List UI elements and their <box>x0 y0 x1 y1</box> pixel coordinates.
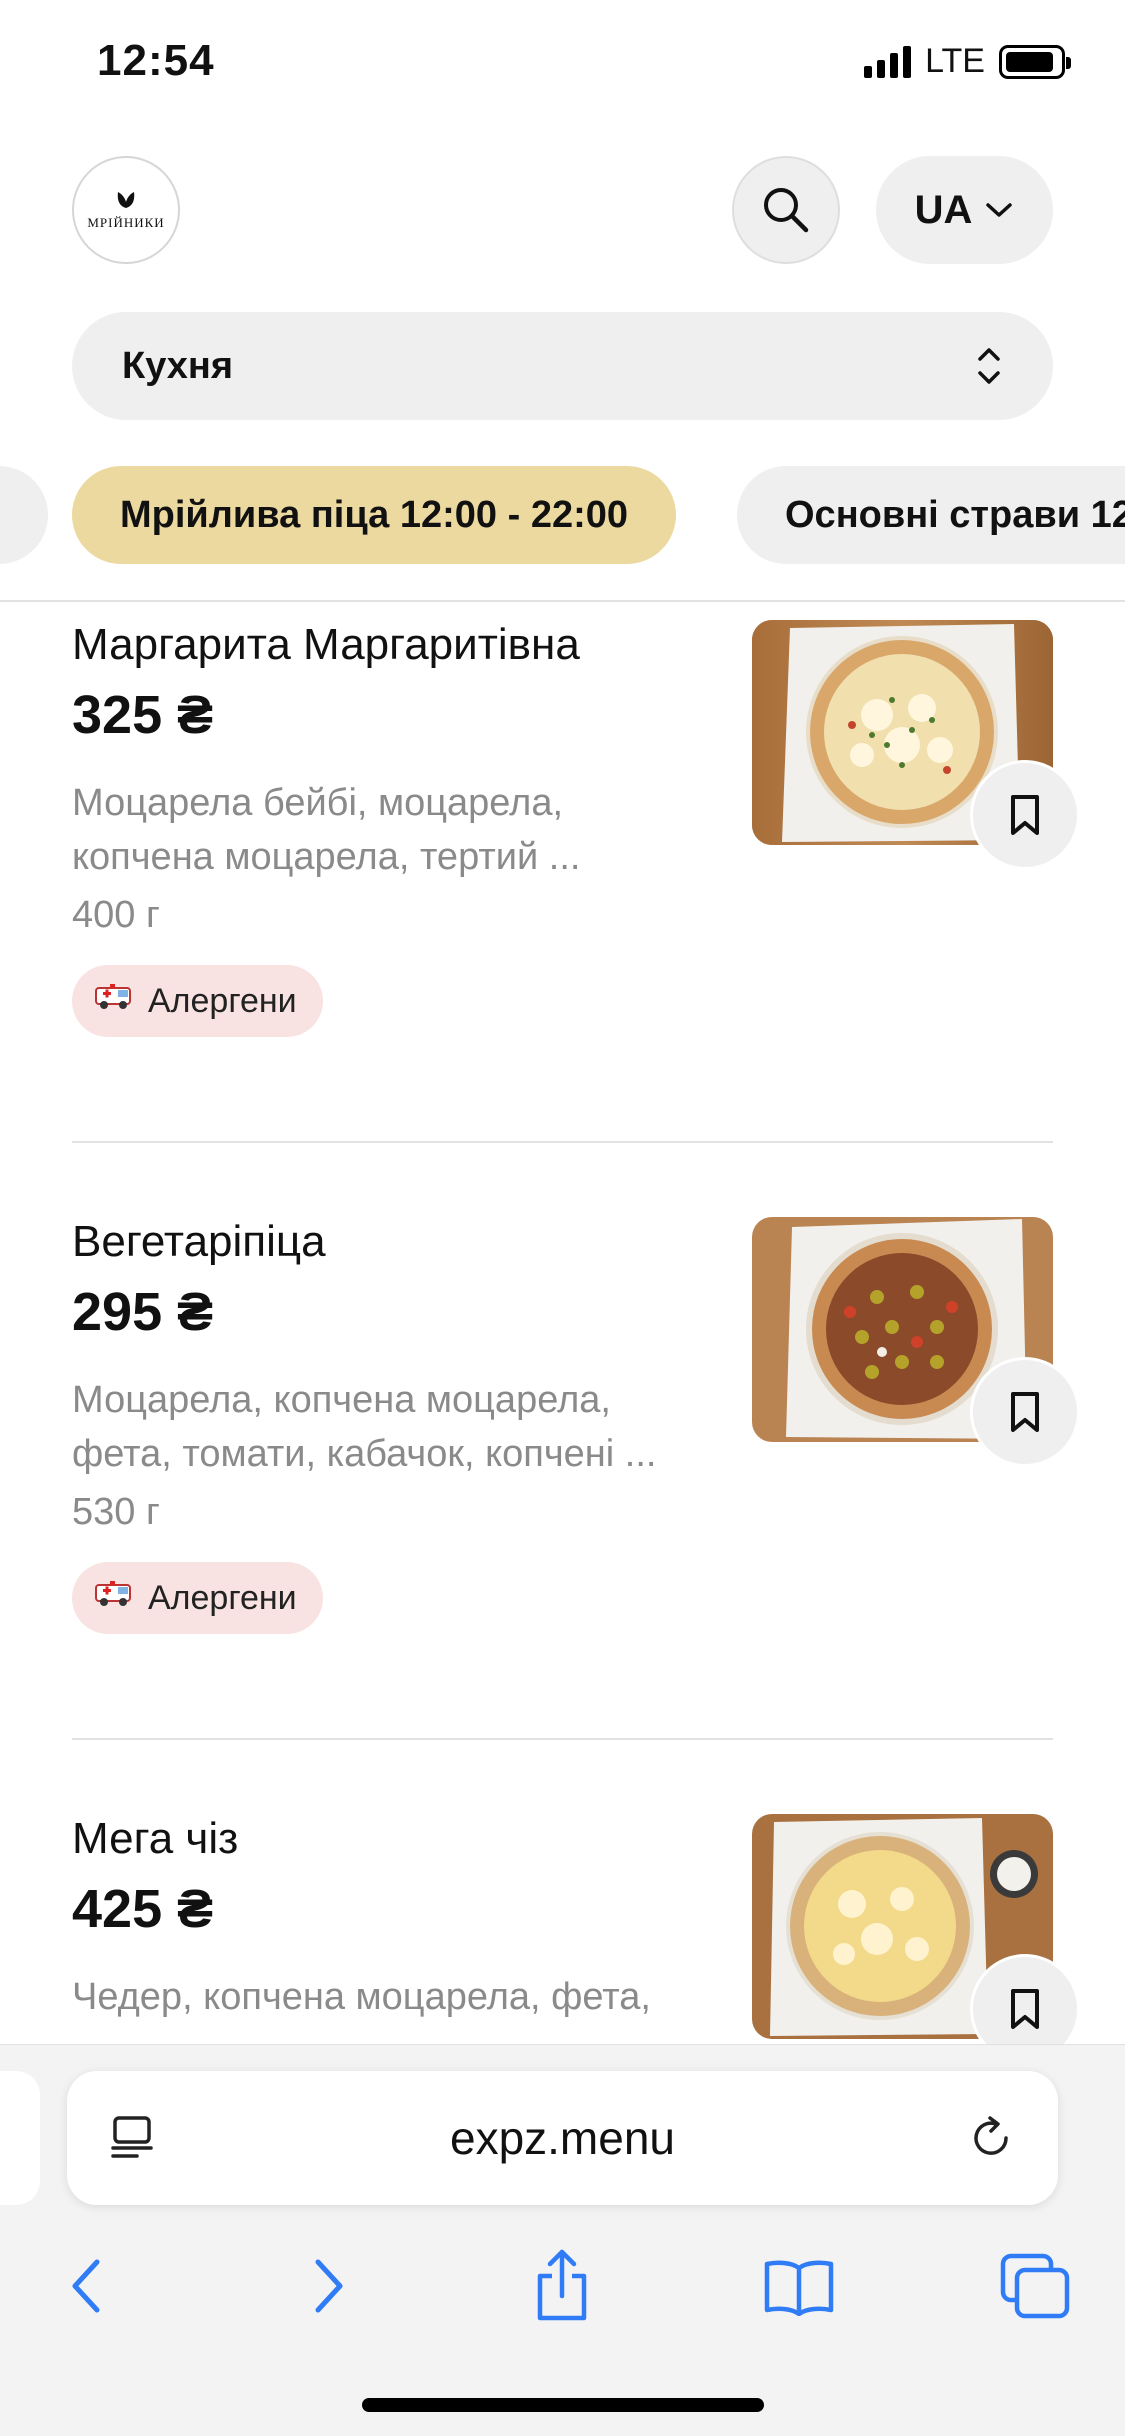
divider <box>0 600 1125 602</box>
ambulance-icon <box>94 1579 134 1618</box>
item-description-line: Чедер, копчена моцарела, фета, <box>72 1976 651 2018</box>
restaurant-logo[interactable]: МРІЙНИКИ <box>72 156 180 264</box>
bookmarks-button[interactable] <box>754 2241 844 2331</box>
home-indicator <box>362 2398 764 2412</box>
language-label: UA <box>914 187 973 232</box>
reload-icon[interactable] <box>966 2112 1018 2164</box>
bookmark-button[interactable] <box>970 1357 1080 1467</box>
menu-item[interactable]: Мега чіз 425 ₴ Чедер, копчена моцарела, … <box>72 1814 1080 2064</box>
bookmark-icon <box>1011 795 1039 835</box>
share-icon <box>537 2249 587 2321</box>
chevron-down-icon <box>986 203 1013 217</box>
item-description-line: копчена моцарела, тертий ... <box>72 836 581 878</box>
url-text: expz.menu <box>449 2112 675 2164</box>
ambulance-icon <box>94 982 134 1021</box>
allergens-label: Алергени <box>148 981 297 1020</box>
item-description-line: Моцарела бейбі, моцарела, <box>72 782 564 824</box>
logo-icon <box>115 190 137 211</box>
divider <box>72 1141 1053 1143</box>
category-select-label: Кухня <box>122 344 234 387</box>
menu-item[interactable]: Маргарита Маргаритівна 325 ₴ Моцарела бе… <box>72 620 1080 1037</box>
allergens-button[interactable]: Алергени <box>72 965 323 1037</box>
tabs-icon <box>1000 2253 1070 2319</box>
signal-icon <box>864 45 912 78</box>
bookmark-icon <box>1011 1392 1039 1432</box>
item-description: Чедер, копчена моцарела, фета, <box>72 1970 722 2024</box>
status-bar: 12:54 LTE <box>0 0 1125 120</box>
item-description: Моцарела бейбі, моцарела, копчена моцаре… <box>72 776 722 884</box>
tabs-button[interactable] <box>990 2241 1080 2331</box>
item-description: Моцарела, копчена моцарела, фета, томати… <box>72 1373 722 1481</box>
allergens-label: Алергени <box>148 1578 297 1617</box>
divider <box>72 1738 1053 1740</box>
item-description-line: Моцарела, копчена моцарела, <box>72 1379 611 1421</box>
forward-button[interactable] <box>283 2241 373 2331</box>
tab-main-dishes[interactable]: Основні страви 12:00 - 22:00 <box>737 466 1125 564</box>
battery-icon <box>999 44 1071 79</box>
status-time: 12:54 <box>97 36 215 85</box>
item-weight: 530 г <box>72 1491 160 1533</box>
language-selector[interactable]: UA <box>876 156 1053 264</box>
browser-nav <box>0 2241 1125 2341</box>
chevron-up-down-icon <box>978 348 1000 384</box>
category-select[interactable]: Кухня <box>72 312 1053 420</box>
bookmark-button[interactable] <box>970 760 1080 870</box>
back-button[interactable] <box>42 2241 132 2331</box>
book-icon <box>764 2260 834 2316</box>
chevron-left-icon <box>72 2259 100 2313</box>
logo-text: МРІЙНИКИ <box>87 214 165 230</box>
allergens-button[interactable]: Алергени <box>72 1562 323 1634</box>
network-label: LTE <box>925 42 985 80</box>
status-icons: LTE <box>864 42 1071 81</box>
bookmark-icon <box>1011 1989 1039 2029</box>
search-icon <box>764 188 809 233</box>
share-button[interactable] <box>517 2241 607 2331</box>
menu-item[interactable]: Вегетаріпіца 295 ₴ Моцарела, копчена моц… <box>72 1217 1080 1634</box>
previous-tab-peek[interactable] <box>0 2071 40 2205</box>
browser-toolbar: expz.menu <box>0 2044 1125 2436</box>
address-bar[interactable]: expz.menu <box>67 2071 1058 2205</box>
reader-mode-icon[interactable] <box>107 2112 159 2164</box>
tab-pizza[interactable]: Мрійлива піца 12:00 - 22:00 <box>72 466 677 564</box>
chevron-right-icon <box>315 2259 343 2313</box>
item-weight: 400 г <box>72 894 160 936</box>
search-button[interactable] <box>732 156 840 264</box>
tab-previous-section[interactable] <box>0 466 48 564</box>
menu-section-tabs: Мрійлива піца 12:00 - 22:00 Основні стра… <box>0 466 1125 566</box>
item-description-line: фета, томати, кабачок, копчені ... <box>72 1433 657 1475</box>
